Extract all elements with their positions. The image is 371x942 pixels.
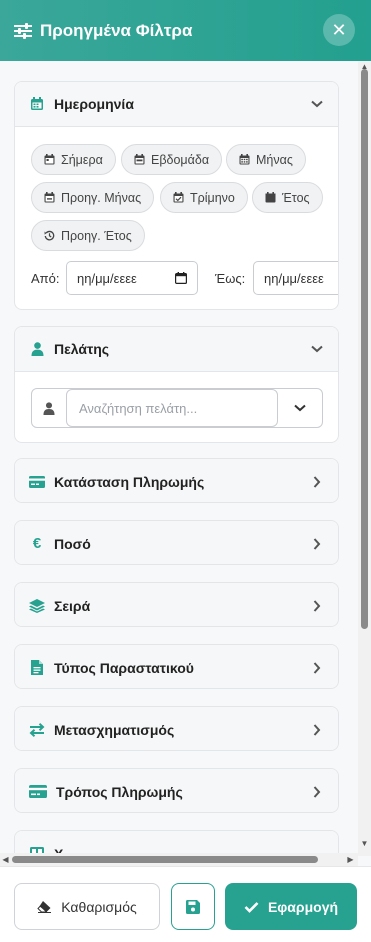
customer-search-input[interactable]: Αναζήτηση πελάτη...	[66, 389, 278, 427]
credit-card-icon	[29, 784, 47, 800]
section-label: Μετασχηματισμός	[54, 721, 175, 738]
page-title: Προηγμένα Φίλτρα	[40, 20, 193, 40]
floppy-disk-icon	[186, 899, 200, 914]
chevron-down-icon	[310, 97, 324, 111]
calendar-minus-icon	[44, 192, 55, 203]
section-header: € Ποσό	[15, 521, 338, 564]
section-header: Τρόπος Πληρωμής	[15, 769, 338, 812]
chevron-right-icon	[310, 785, 324, 799]
filters-panel: Ημερομηνία Σήμερα Εβδομάδα Μήνας Προηγ. …	[0, 61, 371, 866]
close-button[interactable]: ✕	[323, 14, 355, 46]
section-payment-status[interactable]: Κατάσταση Πληρωμής	[14, 458, 339, 503]
chevron-down-icon	[310, 342, 324, 356]
chevron-down-icon	[294, 404, 306, 412]
section-label: Σειρά	[54, 597, 91, 614]
chip-label: Προηγ. Έτος	[61, 228, 132, 243]
footer-bar: Καθαρισμός Εφαρμογή	[0, 866, 371, 942]
chip-label: Έτος	[282, 190, 310, 205]
chip-label: Μήνας	[256, 152, 293, 167]
header-bar: Προηγμένα Φίλτρα ✕	[0, 0, 371, 61]
calendar-alt-icon	[239, 154, 250, 165]
customer-dropdown-button[interactable]	[278, 389, 322, 427]
section-label: Τύπος Παραστατικού	[54, 659, 194, 676]
calendar-picker-icon[interactable]	[175, 272, 187, 284]
chevron-right-icon	[310, 475, 324, 489]
history-icon	[44, 230, 55, 241]
exchange-icon	[29, 722, 45, 738]
chip-year[interactable]: Έτος	[252, 182, 323, 213]
calendar-week-icon	[134, 154, 145, 165]
scrollbar-thumb[interactable]	[361, 69, 368, 629]
chip-today[interactable]: Σήμερα	[31, 144, 116, 175]
to-label: Έως:	[215, 271, 246, 286]
vertical-scrollbar[interactable]: ▲ ▼	[358, 61, 371, 856]
from-date-value: ηη/μμ/εεεε	[77, 270, 137, 286]
date-filter-card: Ημερομηνία Σήμερα Εβδομάδα Μήνας Προηγ. …	[14, 81, 339, 310]
section-series[interactable]: Σειρά	[14, 582, 339, 627]
from-date-input[interactable]: ηη/μμ/εεεε	[66, 261, 198, 295]
to-date-input[interactable]: ηη/μμ/εεεε	[253, 261, 338, 295]
date-filter-header[interactable]: Ημερομηνία	[15, 82, 338, 127]
chip-label: Εβδομάδα	[151, 152, 210, 167]
chevron-right-icon	[310, 537, 324, 551]
user-icon	[32, 389, 66, 427]
section-document-type[interactable]: Τύπος Παραστατικού	[14, 644, 339, 689]
calendar-icon	[29, 96, 45, 112]
chip-prev-year[interactable]: Προηγ. Έτος	[31, 220, 145, 251]
scroll-down-arrow[interactable]: ▼	[360, 839, 369, 848]
user-icon	[29, 341, 45, 357]
clear-button[interactable]: Καθαρισμός	[14, 883, 160, 930]
chip-label: Προηγ. Μήνας	[61, 190, 142, 205]
scroll-right-arrow[interactable]: ▶	[346, 855, 355, 864]
save-button[interactable]	[171, 883, 215, 930]
apply-button[interactable]: Εφαρμογή	[225, 883, 357, 930]
chip-month[interactable]: Μήνας	[226, 144, 306, 175]
section-header: Μετασχηματισμός	[15, 707, 338, 750]
chip-prev-month[interactable]: Προηγ. Μήνας	[31, 182, 155, 213]
chip-quarter[interactable]: Τρίμηνο	[160, 182, 248, 213]
date-filter-title: Ημερομηνία	[54, 96, 134, 112]
clear-label: Καθαρισμός	[61, 898, 137, 915]
calendar-year-icon	[265, 192, 276, 203]
from-label: Από:	[31, 271, 60, 286]
section-label: Κατάσταση Πληρωμής	[54, 473, 205, 490]
section-payment-method[interactable]: Τρόπος Πληρωμής	[14, 768, 339, 813]
check-icon	[244, 901, 259, 913]
chevron-right-icon	[310, 599, 324, 613]
customer-filter-title: Πελάτης	[54, 341, 110, 357]
section-header: Κατάσταση Πληρωμής	[15, 459, 338, 502]
horizontal-scrollbar[interactable]: ◀ ▶	[0, 853, 358, 866]
calendar-day-icon	[44, 154, 55, 165]
chip-week[interactable]: Εβδομάδα	[121, 144, 223, 175]
section-label: Ποσό	[54, 535, 91, 552]
card-icon	[29, 474, 45, 490]
chevron-right-icon	[310, 723, 324, 737]
file-icon	[29, 660, 45, 676]
chip-label: Σήμερα	[61, 152, 103, 167]
to-date-value: ηη/μμ/εεεε	[264, 270, 324, 286]
layers-icon	[29, 598, 45, 614]
section-amount[interactable]: € Ποσό	[14, 520, 339, 565]
calendar-check-icon	[173, 192, 184, 203]
customer-search-group: Αναζήτηση πελάτη...	[31, 388, 323, 428]
eraser-icon	[37, 900, 52, 913]
euro-icon: €	[32, 535, 42, 552]
chevron-right-icon	[310, 661, 324, 675]
customer-filter-header[interactable]: Πελάτης	[15, 327, 338, 372]
chip-label: Τρίμηνο	[190, 190, 235, 205]
apply-label: Εφαρμογή	[267, 898, 339, 915]
scrollbar-thumb[interactable]	[12, 856, 318, 863]
section-header: Σειρά	[15, 583, 338, 626]
section-header: Τύπος Παραστατικού	[15, 645, 338, 688]
sliders-icon	[14, 22, 32, 40]
section-label: Τρόπος Πληρωμής	[56, 783, 183, 800]
scroll-left-arrow[interactable]: ◀	[1, 855, 10, 864]
section-transformation[interactable]: Μετασχηματισμός	[14, 706, 339, 751]
close-icon: ✕	[331, 19, 347, 40]
customer-filter-card: Πελάτης Αναζήτηση πελάτη...	[14, 326, 339, 443]
